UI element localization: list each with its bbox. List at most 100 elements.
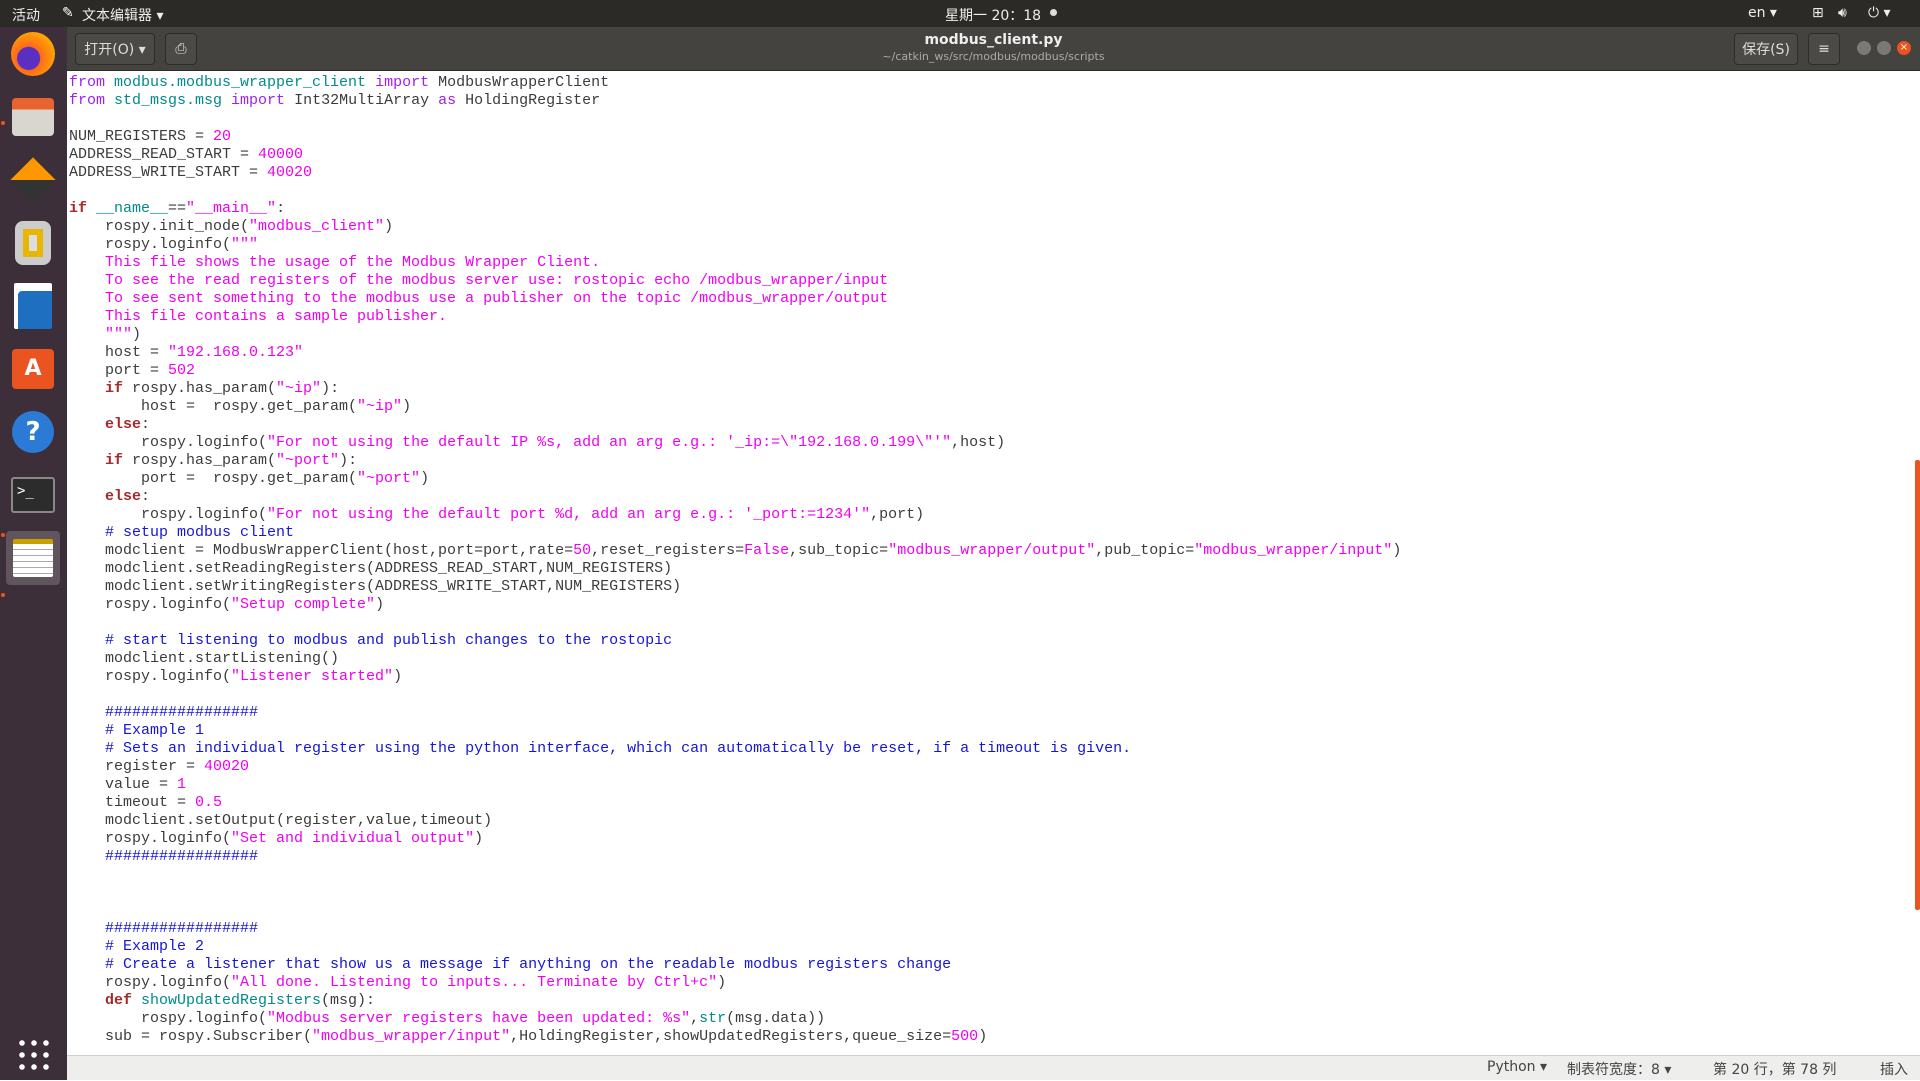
code-token: ADDRESS_WRITE_START = [69,164,268,181]
code-line[interactable]: host = rospy.get_param("~ip") [69,398,1401,416]
code-line[interactable]: ADDRESS_READ_START = 40000 [69,146,1401,164]
code-line[interactable]: rospy.loginfo("Setup complete") [69,596,1401,614]
code-line[interactable]: rospy.init_node("modbus_client") [69,218,1401,236]
code-token: modbus.modbus_wrapper_client [105,74,376,91]
document-path: ~/catkin_ws/src/modbus/modbus/scripts [882,50,1105,63]
code-line[interactable]: value = 1 [69,776,1401,794]
code-line[interactable] [69,902,1401,920]
code-line[interactable] [69,884,1401,902]
dock-software[interactable]: A [6,342,60,396]
language-selector[interactable]: Python ▾ [1487,1059,1547,1075]
code-line[interactable]: rospy.loginfo("For not using the default… [69,434,1401,452]
close-button[interactable]: × [1897,41,1911,55]
code-line[interactable]: # Example 1 [69,722,1401,740]
save-button[interactable]: 保存(S) [1734,33,1798,65]
code-line[interactable]: rospy.loginfo(""" [69,236,1401,254]
code-line[interactable]: rospy.loginfo("All done. Listening to in… [69,974,1401,992]
code-line[interactable]: """) [69,326,1401,344]
dock-terminal[interactable]: >_ [6,468,60,522]
code-line[interactable]: rospy.loginfo("For not using the default… [69,506,1401,524]
clock[interactable]: 星期一 20：18 [945,5,1041,25]
dock-firefox[interactable] [6,27,60,81]
dock-writer[interactable] [6,279,60,333]
app-menu[interactable]: 文本编辑器 ▾ [82,5,163,25]
code-line[interactable] [69,110,1401,128]
code-token: ): [321,380,340,397]
code-token: # Example 1 [69,722,205,739]
code-line[interactable]: port = 502 [69,362,1401,380]
code-token: ################# [69,848,259,865]
code-token: This file contains a sample publisher. [69,308,448,325]
running-indicator [1,121,5,125]
code-line[interactable] [69,614,1401,632]
code-line[interactable]: register = 40020 [69,758,1401,776]
code-line[interactable]: To see sent something to the modbus use … [69,290,1401,308]
show-applications-button[interactable] [6,1027,60,1081]
volume-icon[interactable]: 🔊︎ [1838,5,1847,21]
code-line[interactable]: rospy.loginfo("Listener started") [69,668,1401,686]
code-line[interactable]: if __name__=="__main__": [69,200,1401,218]
code-line[interactable]: modclient.setOutput(register,value,timeo… [69,812,1401,830]
code-line[interactable]: # setup modbus client [69,524,1401,542]
code-token: ) [393,668,403,685]
code-line[interactable]: This file shows the usage of the Modbus … [69,254,1401,272]
code-line[interactable]: modclient = ModbusWrapperClient(host,por… [69,542,1401,560]
language-selector[interactable]: en ▾ [1748,5,1777,21]
code-line[interactable]: from std_msgs.msg import Int32MultiArray… [69,92,1401,110]
code-token: str [699,1010,727,1027]
code-line[interactable]: from modbus.modbus_wrapper_client import… [69,74,1401,92]
code-line[interactable] [69,866,1401,884]
code-line[interactable]: # Create a listener that show us a messa… [69,956,1401,974]
dock-text-editor[interactable] [6,531,60,585]
code-line[interactable]: modclient.setReadingRegisters(ADDRESS_RE… [69,560,1401,578]
code-line[interactable]: if rospy.has_param("~port"): [69,452,1401,470]
code-token: rospy.loginfo( [69,434,268,451]
code-line[interactable]: rospy.loginfo("Set and individual output… [69,830,1401,848]
code-line[interactable]: port = rospy.get_param("~port") [69,470,1401,488]
dock-sublime[interactable] [6,153,60,207]
scrollbar[interactable] [1915,460,1920,910]
cursor-position[interactable]: 第 20 行，第 78 列 [1713,1059,1836,1079]
maximize-button[interactable] [1877,41,1891,55]
code-line[interactable]: timeout = 0.5 [69,794,1401,812]
power-icon[interactable]: ⏻ ▾ [1868,5,1891,21]
code-line[interactable]: modclient.setWritingRegisters(ADDRESS_WR… [69,578,1401,596]
network-icon[interactable]: ⊞ [1812,5,1824,21]
dock-rhythmbox[interactable] [6,216,60,270]
code-line[interactable]: sub = rospy.Subscriber("modbus_wrapper/i… [69,1028,1401,1046]
code-line[interactable]: NUM_REGISTERS = 20 [69,128,1401,146]
code-line[interactable]: ################# [69,704,1401,722]
code-line[interactable]: # Sets an individual register using the … [69,740,1401,758]
minimize-button[interactable] [1857,41,1871,55]
code-line[interactable]: else: [69,416,1401,434]
code-line[interactable]: rospy.loginfo("Modbus server registers h… [69,1010,1401,1028]
tab-width-selector[interactable]: 制表符宽度：8 ▾ [1567,1059,1671,1079]
code-line[interactable]: # Example 2 [69,938,1401,956]
code-line[interactable]: ################# [69,848,1401,866]
code-line[interactable] [69,686,1401,704]
code-token: "modbus_wrapper/output" [888,542,1096,559]
code-line[interactable]: modclient.startListening() [69,650,1401,668]
code-line[interactable]: ################# [69,920,1401,938]
dock-files[interactable] [6,90,60,144]
code-line[interactable]: ADDRESS_WRITE_START = 40020 [69,164,1401,182]
code-editor[interactable]: import rospyfrom modbus.modbus_wrapper_c… [67,71,1920,1055]
code-line[interactable]: if rospy.has_param("~ip"): [69,380,1401,398]
code-line[interactable]: def showUpdatedRegisters(msg): [69,992,1401,1010]
code-token: ) [402,398,412,415]
code-line[interactable]: To see the read registers of the modbus … [69,272,1401,290]
writer-icon [14,283,52,329]
activities-button[interactable]: 活动 [12,5,40,25]
code-token: "Set and individual output" [231,830,475,847]
code-token: value = [69,776,178,793]
code-token: "All done. Listening to inputs... Termin… [231,974,718,991]
code-line[interactable]: This file contains a sample publisher. [69,308,1401,326]
code-line[interactable]: host = "192.168.0.123" [69,344,1401,362]
menu-button[interactable]: ≡ [1808,33,1840,65]
code-token: import [231,92,286,109]
dock-help[interactable]: ? [6,405,60,459]
code-content[interactable]: import rospyfrom modbus.modbus_wrapper_c… [69,71,1401,1046]
code-line[interactable] [69,182,1401,200]
code-line[interactable]: else: [69,488,1401,506]
code-line[interactable]: # start listening to modbus and publish … [69,632,1401,650]
